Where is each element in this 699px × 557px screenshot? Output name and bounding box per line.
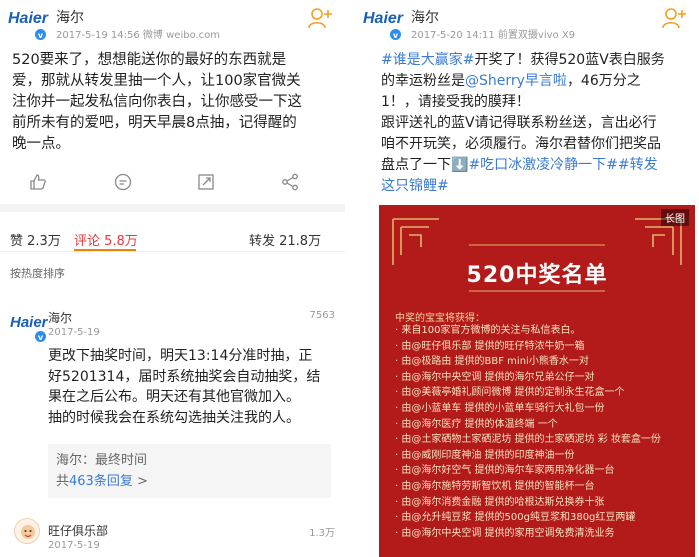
post-text-segment: ，46万分之 — [566, 73, 641, 89]
reply-preview-box[interactable]: 海尔：最终时间 共463条回复 > — [48, 444, 331, 498]
comment-line: 抽的时候我会在系统勾选抽关注我的人。 — [48, 409, 300, 426]
comment-like-count[interactable]: 1.3万 — [309, 524, 335, 539]
hashtag-link[interactable]: 这只锦鲤# — [381, 178, 449, 194]
post-line: 520要来了，想想能送你的最好的东西就是 — [12, 52, 287, 68]
post-text-segment: 盘点了一下⬇️ — [381, 157, 469, 173]
reply-count-number: 463条回复 — [69, 474, 133, 489]
winner-list-poster[interactable]: 长图 520中奖名单 中奖的宝宝将获得： · 来自100家官方微博的关注与私信表… — [379, 205, 695, 557]
post-header: Haier v 海尔 2017-5-19 14:56 微博 weibo.com — [8, 6, 337, 42]
thumb-up-icon[interactable] — [28, 172, 48, 192]
post-line: 前所未有的爱吧，明天早晨8点抽，记得醒的 — [12, 115, 297, 131]
tab-reposts[interactable]: 转发 21.8万 — [249, 230, 321, 249]
weibo-post-right: Haier v 海尔 2017-5-20 14:11 前置双摄vivo X9 #… — [355, 0, 699, 557]
follow-user-icon[interactable] — [661, 6, 687, 30]
commenter-name[interactable]: 旺仔俱乐部 — [48, 522, 108, 539]
prize-item: · 由@海尔中央空调 提供的海尔兄弟公仔一对 — [395, 371, 595, 383]
post-meta: 2017-5-20 14:11 前置双摄vivo X9 — [411, 30, 576, 41]
reply-count-prefix: 共 — [56, 474, 70, 489]
section-divider — [0, 204, 345, 212]
tab-comments[interactable]: 评论 5.8万 — [74, 230, 138, 249]
post-line: 跟评送礼的蓝V请记得联系粉丝送，言出必行 — [381, 115, 657, 131]
post-line: 注你并一起发私信向你表白，让你感受一下这 — [12, 94, 302, 110]
post-line: 这只锦鲤# — [381, 176, 697, 197]
prize-item: · 由@海尔医疗 提供的体温终端 一个 — [395, 418, 558, 430]
prize-item: · 由@海尔施特劳斯智饮机 提供的智能杯一台 — [395, 480, 595, 492]
prize-item: · 由@美薇亭婚礼顾问微博 提供的定制永生花盒一个 — [395, 387, 625, 399]
post-text: #谁是大赢家#开奖了！获得520蓝V表白服务 的幸运粉丝是@Sherry早言啦，… — [381, 50, 697, 197]
comment-date: 2017-5-19 — [48, 327, 100, 338]
post-line: 爱，那就从转发里抽一个人，让100家官微关 — [12, 73, 301, 89]
comment-item: Haier v 海尔 2017-5-19 7563 更改下抽奖时间，明天13:1… — [0, 300, 345, 500]
tab-likes[interactable]: 赞 2.3万 — [10, 230, 61, 249]
verified-badge-icon: v — [389, 28, 402, 41]
action-bar — [0, 170, 345, 196]
interaction-tabs: 赞 2.3万 评论 5.8万 转发 21.8万 — [0, 222, 345, 252]
poster-intro: 中奖的宝宝将获得： — [395, 313, 485, 324]
prize-item: · 由@极路由 提供的BBF mini小熊香水一对 — [395, 356, 589, 368]
author-name[interactable]: 海尔 — [411, 7, 439, 27]
post-line: 1！，请接受我的膜拜！ — [381, 94, 530, 110]
haier-logo: Haier — [363, 10, 404, 27]
prize-item: · 来自100家官方微博的关注与私信表白。 — [395, 325, 581, 336]
prize-item: · 由@海尔消费金融 提供的哈根达斯兑换券十张 — [395, 496, 605, 508]
post-line: 咱不开玩笑，必须履行。海尔君替你们把奖品 — [381, 136, 661, 152]
commenter-name[interactable]: 海尔 — [48, 309, 72, 326]
post-text: 520要来了，想想能送你的最好的东西就是 爱，那就从转发里抽一个人，让100家官… — [12, 50, 342, 155]
haier-logo: Haier — [8, 10, 49, 27]
post-line: 晚一点。 — [12, 136, 70, 152]
post-text-segment: 的幸运粉丝是 — [381, 73, 465, 89]
share-icon[interactable] — [280, 172, 300, 192]
active-tab-indicator — [74, 249, 136, 251]
edit-icon[interactable] — [196, 172, 216, 192]
post-text-segment: 开奖了！获得520蓝V表白服务 — [474, 52, 665, 68]
author-avatar[interactable]: Haier v — [363, 10, 404, 41]
prize-item: · 由@威刚印度神油 提供的印度神油一份 — [395, 449, 575, 461]
prize-item: · 由@旺仔俱乐部 提供的旺仔特浓牛奶一箱 — [395, 340, 585, 352]
comment-icon[interactable] — [113, 172, 133, 192]
commenter-avatar[interactable] — [14, 518, 40, 544]
prize-list: · 来自100家官方微博的关注与私信表白。 · 由@旺仔俱乐部 提供的旺仔特浓牛… — [395, 323, 685, 541]
prize-item: · 由@海尔中央空调 提供的家用空调免费清洗业务 — [395, 527, 615, 539]
follow-user-icon[interactable] — [307, 6, 333, 30]
post-line: 盘点了一下⬇️#吃口冰激凌冷静一下##转发 — [381, 155, 697, 176]
weibo-post-left: Haier v 海尔 2017-5-19 14:56 微博 weibo.com … — [0, 0, 345, 557]
comment-date: 2017-5-19 — [48, 540, 100, 551]
comment-line: 好5201314，届时系统抽奖会自动抽奖，结 — [48, 368, 321, 385]
post-line: 的幸运粉丝是@Sherry早言啦，46万分之 — [381, 71, 697, 92]
comment-like-count[interactable]: 7563 — [310, 310, 335, 321]
mention-link[interactable]: @Sherry早言啦 — [465, 73, 567, 89]
post-meta: 2017-5-19 14:56 微博 weibo.com — [56, 30, 221, 41]
prize-item: · 由@海尔好空气 提供的海尔车家两用净化器一台 — [395, 465, 615, 477]
comment-line: 果在之后公布。明天还有其他官微加入。 — [48, 389, 300, 405]
reply-count-link[interactable]: 共463条回复 > — [56, 472, 323, 492]
verified-badge-icon: v — [34, 330, 47, 343]
prize-item: · 由@允升纯豆浆 提供的500g纯豆浆和380g红豆两罐 — [395, 512, 636, 524]
post-header: Haier v 海尔 2017-5-20 14:11 前置双摄vivo X9 — [363, 6, 691, 42]
commenter-avatar[interactable]: Haier v — [10, 314, 48, 343]
author-avatar[interactable]: Haier v — [8, 10, 49, 41]
hashtag-link[interactable]: #谁是大赢家# — [381, 52, 474, 68]
wangzai-mascot-icon — [21, 525, 35, 539]
hashtag-link[interactable]: #吃口冰激凌冷静一下##转发 — [468, 157, 657, 173]
sort-by-popularity[interactable]: 按热度排序 — [10, 265, 65, 281]
prize-item: · 由@小蓝单车 提供的小蓝单车骑行大礼包一份 — [395, 402, 605, 414]
verified-badge-icon: v — [34, 28, 47, 41]
prize-item: · 由@土家硒物土家硒泥坊 提供的土家硒泥坊 彩 妆套盒一份 — [395, 434, 661, 446]
reply-preview: 海尔：最终时间 — [56, 453, 148, 468]
author-name[interactable]: 海尔 — [56, 7, 84, 27]
comment-text: 更改下抽奖时间，明天13:14分准时抽，正 好5201314，届时系统抽奖会自动… — [48, 346, 331, 428]
post-line: #谁是大赢家#开奖了！获得520蓝V表白服务 — [381, 50, 697, 71]
poster-title: 520中奖名单 — [466, 263, 608, 288]
comment-line: 更改下抽奖时间，明天13:14分准时抽，正 — [48, 348, 313, 364]
chevron-right-icon: > — [132, 474, 148, 489]
poster-border-decoration — [392, 218, 682, 292]
long-image-badge: 长图 — [661, 209, 689, 226]
haier-logo: Haier — [10, 314, 48, 331]
